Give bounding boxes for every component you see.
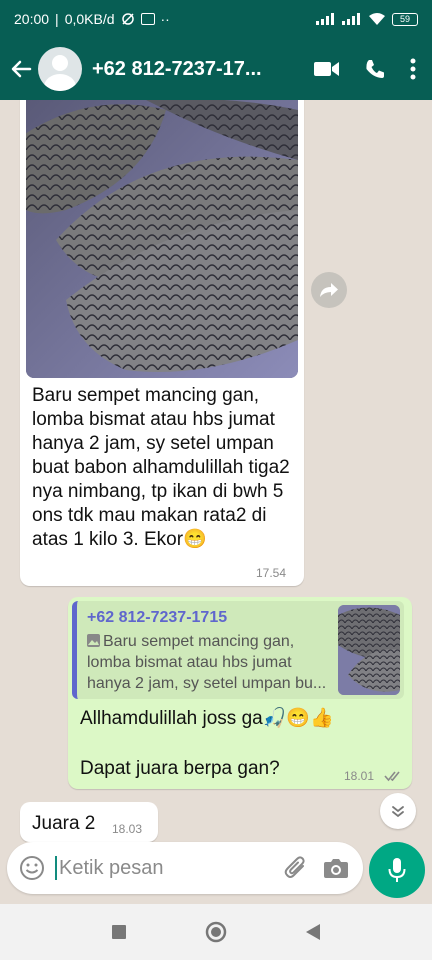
avatar-icon[interactable]	[38, 47, 82, 91]
fish-photo[interactable]	[26, 100, 298, 378]
message-composer[interactable]: Ketik pesan	[7, 842, 363, 894]
quoted-sender: +62 812-7237-1715	[87, 609, 228, 626]
attach-icon[interactable]	[283, 855, 309, 881]
signal-icon	[316, 13, 334, 25]
status-bar: 20:00 | 0,0KB/d ·· 59	[0, 0, 432, 38]
nav-home-icon[interactable]	[205, 921, 227, 943]
chat-header: +62 812-7237-17...	[0, 38, 432, 100]
contact-name[interactable]: +62 812-7237-17...	[92, 58, 282, 81]
read-receipt-icon	[384, 771, 400, 782]
network-speed: 0,0KB/d	[64, 11, 115, 27]
nav-back-icon[interactable]	[305, 923, 321, 941]
battery-icon: 59	[392, 12, 418, 26]
outgoing-text-line1: Allhamdulillah joss ga🎣😁👍	[80, 708, 334, 729]
forward-icon[interactable]	[311, 272, 347, 308]
message-time: 18.01	[344, 769, 375, 783]
system-nav-bar	[0, 904, 432, 960]
video-call-icon[interactable]	[314, 60, 340, 78]
outgoing-text-line2: Dapat juara berpa gan?	[80, 758, 280, 779]
nav-recent-icon[interactable]	[111, 924, 127, 940]
incoming-message-text: Baru sempet mancing gan, lomba bismat at…	[32, 385, 290, 550]
quoted-text: Baru sempet mancing gan, lomba bismat at…	[87, 633, 327, 692]
emoji-icon[interactable]	[19, 855, 45, 881]
photo-icon	[87, 634, 100, 647]
signal-icon-2	[342, 13, 360, 25]
wifi-icon	[369, 13, 385, 25]
more-notifications-icon: ··	[160, 11, 170, 27]
app-notification-icon	[140, 13, 155, 25]
status-time: 20:00	[14, 11, 50, 27]
message-time: 18.03	[112, 822, 143, 836]
more-icon[interactable]	[410, 58, 416, 80]
camera-icon[interactable]	[323, 856, 349, 880]
message-time: 17.54	[256, 566, 287, 580]
quoted-message[interactable]: +62 812-7237-1715 Baru sempet mancing ga…	[72, 601, 404, 699]
incoming-short-text: Juara 2	[32, 813, 96, 834]
alarm-off-icon	[121, 13, 134, 25]
incoming-short-message[interactable]: Juara 2 18.03	[20, 802, 158, 842]
outgoing-reply-message[interactable]: +62 812-7237-1715 Baru sempet mancing ga…	[68, 597, 412, 789]
incoming-photo-message[interactable]: Baru sempet mancing gan, lomba bismat at…	[20, 100, 304, 586]
phone-icon[interactable]	[364, 58, 386, 80]
quoted-photo-thumbnail	[338, 605, 400, 695]
scroll-down-icon[interactable]	[380, 793, 416, 829]
mic-icon[interactable]	[369, 842, 425, 898]
back-arrow-icon[interactable]	[6, 58, 36, 80]
message-input[interactable]: Ketik pesan	[55, 856, 283, 880]
chat-area[interactable]: Baru sempet mancing gan, lomba bismat at…	[0, 100, 432, 842]
